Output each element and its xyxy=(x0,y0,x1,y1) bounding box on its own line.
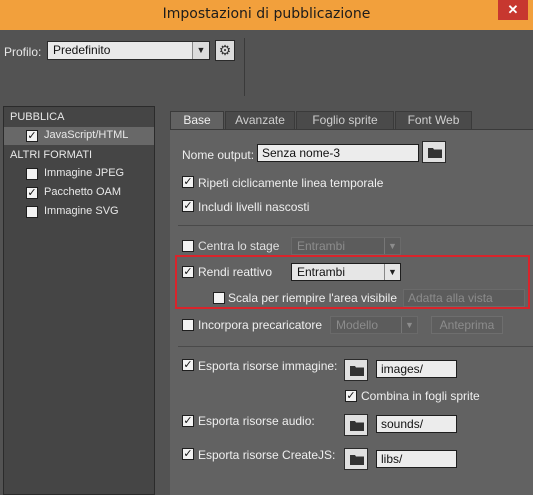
preloader-value: Modello xyxy=(336,318,379,332)
tab-web-fonts[interactable]: Font Web xyxy=(395,111,472,130)
folder-icon xyxy=(428,148,442,158)
folder-icon xyxy=(350,455,364,465)
images-path-input[interactable]: images/ xyxy=(376,360,457,378)
folder-icon xyxy=(350,366,364,376)
hidden-layers-label: Includi livelli nascosti xyxy=(198,200,310,214)
chevron-down-icon: ▼ xyxy=(192,42,209,59)
export-createjs-label: Esporta risorse CreateJS: xyxy=(198,448,336,462)
sidebar-item-label: Pacchetto OAM xyxy=(44,186,122,198)
preview-button[interactable]: Anteprima xyxy=(431,316,503,334)
chevron-down-icon: ▼ xyxy=(384,264,400,280)
preloader-select[interactable]: Modello ▼ xyxy=(330,316,418,334)
sidebar-item-label: Immagine JPEG xyxy=(44,167,125,179)
tab-sprite-sheet[interactable]: Foglio sprite xyxy=(296,111,394,130)
group-publish: PUBBLICA xyxy=(10,111,65,123)
output-label: Nome output: xyxy=(182,148,255,162)
preloader-label: Incorpora precaricatore xyxy=(198,318,323,332)
sidebar-item-javascript-html[interactable]: ✓ JavaScript/HTML xyxy=(4,127,154,145)
responsive-label: Rendi reattivo xyxy=(198,265,273,279)
svg-checkbox[interactable] xyxy=(26,206,38,218)
browse-createjs-button[interactable] xyxy=(344,448,368,470)
export-audio-label: Esporta risorse audio: xyxy=(198,414,315,428)
oam-checkbox[interactable]: ✓ xyxy=(26,187,38,199)
sidebar-item-label: Immagine SVG xyxy=(44,205,119,217)
profile-value: Predefinito xyxy=(53,43,111,57)
sidebar-item-oam[interactable]: ✓ Pacchetto OAM xyxy=(4,184,154,202)
browse-audio-button[interactable] xyxy=(344,414,368,436)
chevron-down-icon: ▼ xyxy=(401,317,417,333)
libs-path-input[interactable]: libs/ xyxy=(376,450,457,468)
hidden-layers-checkbox[interactable]: ✓ xyxy=(182,200,194,212)
divider xyxy=(178,346,533,347)
profile-row: Profilo: Predefinito ▼ ⚙ xyxy=(0,30,533,102)
loop-label: Ripeti ciclicamente linea temporale xyxy=(198,176,384,190)
browse-output-button[interactable] xyxy=(422,141,446,163)
publish-targets-panel: PUBBLICA ✓ JavaScript/HTML ALTRI FORMATI… xyxy=(3,106,155,495)
divider xyxy=(244,38,245,96)
profile-label: Profilo: xyxy=(4,45,42,59)
responsive-checkbox[interactable]: ✓ xyxy=(182,266,194,278)
profile-select[interactable]: Predefinito ▼ xyxy=(47,41,210,60)
sidebar-item-jpeg[interactable]: Immagine JPEG xyxy=(4,165,154,183)
tab-base[interactable]: Base xyxy=(170,111,224,130)
folder-icon xyxy=(350,421,364,431)
center-stage-checkbox[interactable] xyxy=(182,240,194,252)
chevron-down-icon: ▼ xyxy=(384,238,400,254)
export-images-label: Esporta risorse immagine: xyxy=(198,359,338,373)
sidebar-item-label: JavaScript/HTML xyxy=(44,129,129,141)
center-stage-label: Centra lo stage xyxy=(198,239,280,253)
window-title: Impostazioni di pubblicazione xyxy=(162,6,371,22)
output-name-input[interactable]: Senza nome-3 xyxy=(257,144,419,162)
center-stage-select[interactable]: Entrambi ▼ xyxy=(291,237,401,255)
close-button[interactable]: ✕ xyxy=(498,0,528,20)
export-images-checkbox[interactable]: ✓ xyxy=(182,359,194,371)
jpeg-checkbox[interactable] xyxy=(26,168,38,180)
divider xyxy=(178,225,533,226)
center-stage-value: Entrambi xyxy=(297,239,346,253)
scale-label: Scala per riempire l'area visibile xyxy=(228,291,398,305)
combine-sprite-label: Combina in fogli sprite xyxy=(361,389,480,403)
preloader-checkbox[interactable] xyxy=(182,319,194,331)
responsive-value: Entrambi xyxy=(297,265,346,279)
tab-advanced[interactable]: Avanzate xyxy=(225,111,295,130)
sounds-path-input[interactable]: sounds/ xyxy=(376,415,457,433)
sidebar-item-svg[interactable]: Immagine SVG xyxy=(4,203,154,221)
export-audio-checkbox[interactable]: ✓ xyxy=(182,415,194,427)
javascript-html-checkbox[interactable]: ✓ xyxy=(26,130,38,142)
combine-sprite-checkbox[interactable]: ✓ xyxy=(345,390,357,402)
scale-checkbox[interactable] xyxy=(213,292,225,304)
browse-images-button[interactable] xyxy=(344,359,368,381)
loop-checkbox[interactable]: ✓ xyxy=(182,176,194,188)
responsive-select[interactable]: Entrambi ▼ xyxy=(291,263,401,281)
title-bar: Impostazioni di pubblicazione ✕ xyxy=(0,0,533,30)
group-other-formats: ALTRI FORMATI xyxy=(10,149,93,161)
export-createjs-checkbox[interactable]: ✓ xyxy=(182,448,194,460)
gear-icon[interactable]: ⚙ xyxy=(215,40,235,61)
scale-mode-select[interactable]: Adatta alla vista xyxy=(403,289,525,307)
